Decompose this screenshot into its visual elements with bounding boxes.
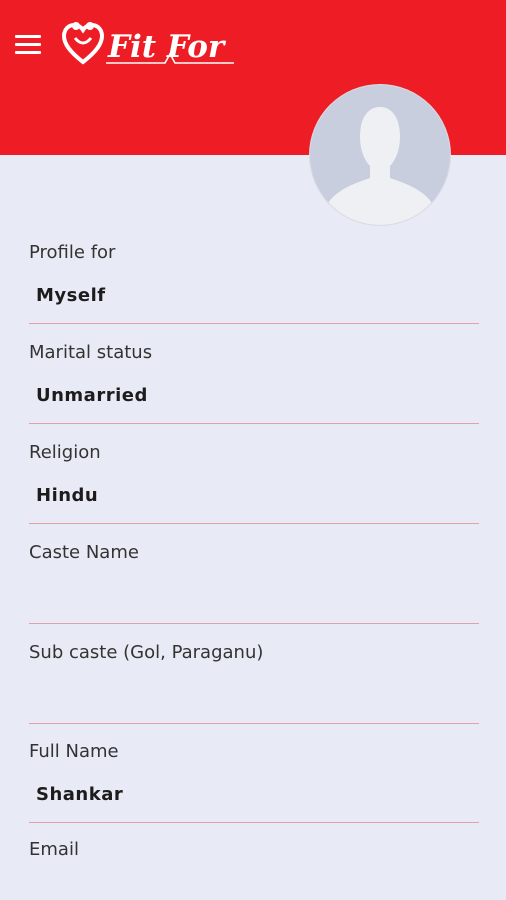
full-name-value[interactable]: Shankar	[36, 784, 123, 805]
field-divider	[29, 323, 479, 324]
religion-label: Religion	[29, 442, 101, 463]
profile-avatar[interactable]	[310, 85, 450, 225]
profile-for-label: Profile for	[29, 242, 116, 263]
marital-status-label: Marital status	[29, 342, 153, 363]
field-divider	[29, 523, 479, 524]
fit-for-logo: Fit For	[62, 22, 234, 65]
menu-icon-bar	[15, 35, 41, 38]
sub-caste-label: Sub caste (Gol, Paraganu)	[29, 642, 264, 663]
menu-icon-bar	[15, 43, 41, 46]
field-divider	[29, 822, 479, 823]
caste-name-label: Caste Name	[29, 542, 139, 563]
profile-for-value[interactable]: Myself	[36, 285, 106, 306]
email-label: Email	[29, 839, 79, 860]
field-divider	[29, 623, 479, 624]
marital-status-value[interactable]: Unmarried	[36, 385, 148, 406]
full-name-label: Full Name	[29, 741, 119, 762]
field-divider	[29, 723, 479, 724]
default-avatar-icon	[326, 107, 434, 225]
religion-value[interactable]: Hindu	[36, 485, 98, 506]
field-divider	[29, 423, 479, 424]
menu-button[interactable]	[12, 30, 46, 58]
heart-couple-icon	[62, 22, 105, 65]
menu-icon-bar	[15, 51, 41, 54]
svg-text:Fit For: Fit For	[107, 29, 227, 65]
